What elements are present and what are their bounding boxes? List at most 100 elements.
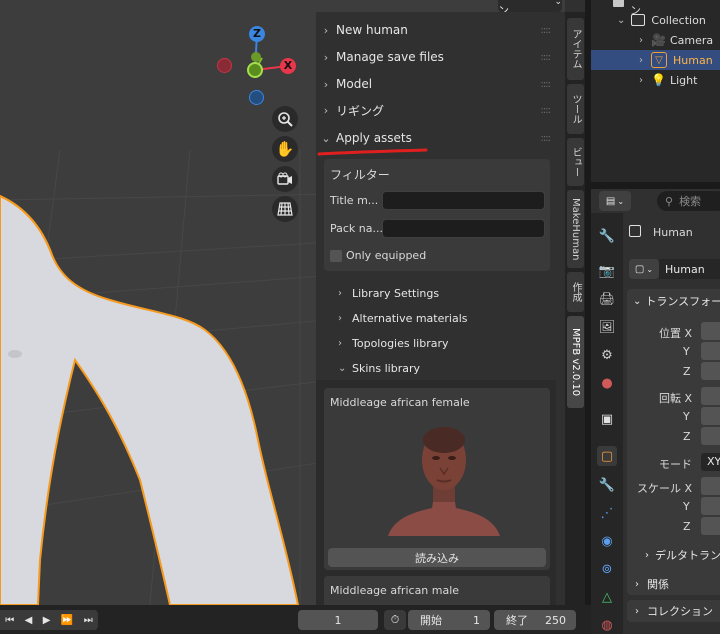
- skin-preview-image[interactable]: [384, 418, 504, 538]
- chevron-down-icon: ⌄: [338, 362, 347, 374]
- end-frame-field[interactable]: 終了 250: [494, 610, 576, 630]
- physics-tab-icon[interactable]: ◉: [597, 531, 617, 551]
- rotation-mode-dropdown[interactable]: XY: [701, 453, 720, 471]
- rotation-x-field[interactable]: [701, 387, 720, 405]
- tab-tool[interactable]: ツール: [567, 84, 584, 134]
- chevron-right-icon: ›: [323, 50, 329, 64]
- panel-new-human[interactable]: › New human ::::: [316, 17, 556, 43]
- gizmo-neg-z-axis[interactable]: [249, 90, 264, 105]
- scale-z-field[interactable]: [701, 517, 720, 535]
- relations-panel-header[interactable]: › 関係: [627, 573, 720, 595]
- navigation-gizmo[interactable]: Z X: [214, 24, 298, 108]
- zoom-button[interactable]: [272, 106, 298, 132]
- stopwatch-icon: ⏱: [390, 613, 400, 626]
- jump-to-start-icon[interactable]: ⏮: [5, 615, 14, 626]
- object-name-field[interactable]: Human: [659, 259, 720, 279]
- options-dropdown[interactable]: オプション⌄: [498, 0, 562, 17]
- constraints-tab-icon[interactable]: ⊚: [597, 559, 617, 579]
- tab-view[interactable]: ビュー: [567, 138, 584, 186]
- object-tab-icon[interactable]: ▢: [597, 446, 617, 466]
- outliner-item-human[interactable]: › ▽ Human: [591, 50, 720, 70]
- skin-name: Middleage african male: [330, 584, 460, 597]
- tab-mpfb[interactable]: MPFB v2.0.10: [567, 316, 584, 408]
- location-x-label: 位置 X: [659, 327, 693, 340]
- drag-grip-icon[interactable]: ::::: [541, 79, 552, 90]
- title-match-input[interactable]: [382, 191, 545, 210]
- light-icon: 💡: [651, 73, 666, 87]
- output-tab-icon[interactable]: 🖨: [597, 289, 617, 309]
- drag-grip-icon[interactable]: ::::: [541, 105, 552, 116]
- annotation-underline: [317, 148, 428, 156]
- location-y-field[interactable]: [701, 342, 720, 360]
- load-skin-button[interactable]: 読み込み: [328, 548, 546, 567]
- tab-item[interactable]: アイテム: [567, 18, 584, 80]
- outliner-item-camera[interactable]: › 🎥 Camera: [591, 30, 720, 50]
- material-tab-icon[interactable]: ◍: [597, 615, 617, 634]
- subpanel-topologies-library[interactable]: › Topologies library: [338, 331, 449, 355]
- play-icon[interactable]: ▶: [43, 615, 51, 626]
- scale-x-field[interactable]: [701, 477, 720, 495]
- scale-y-field[interactable]: [701, 497, 720, 515]
- current-frame-field[interactable]: 1: [298, 610, 378, 630]
- chevron-right-icon: ›: [639, 34, 643, 46]
- modifier-tab-icon[interactable]: 🔧: [597, 475, 617, 495]
- panel-model[interactable]: › Model ::::: [316, 71, 556, 97]
- transform-panel-header[interactable]: ⌄ トランスフォーム: [627, 289, 720, 313]
- outliner-item-light[interactable]: › 💡 Light: [591, 70, 720, 90]
- collection-tab-icon[interactable]: ▣: [597, 409, 617, 429]
- tab-makehuman[interactable]: MakeHuman: [567, 190, 584, 268]
- drag-grip-icon[interactable]: ::::: [541, 133, 552, 144]
- collections-panel-header[interactable]: › コレクション: [627, 600, 720, 622]
- chevron-right-icon: ›: [635, 578, 639, 590]
- perspective-toggle-button[interactable]: [272, 196, 298, 222]
- chevron-right-icon: ›: [338, 287, 342, 299]
- tab-create[interactable]: 作成: [567, 272, 584, 312]
- drag-grip-icon[interactable]: ::::: [541, 25, 552, 36]
- object-icon: [629, 225, 641, 237]
- panel-rigging[interactable]: › リギング ::::: [316, 97, 556, 123]
- filter-title: フィルター: [330, 168, 390, 182]
- particles-tab-icon[interactable]: ⋰: [597, 503, 617, 523]
- properties-search[interactable]: ⚲ 検索: [657, 191, 720, 211]
- rotation-mode-label: モード: [659, 458, 692, 471]
- pan-button[interactable]: ✋: [272, 136, 298, 162]
- view-layer-tab-icon[interactable]: 🖼: [597, 317, 617, 337]
- location-z-field[interactable]: [701, 362, 720, 380]
- location-z-label: Z: [683, 365, 691, 378]
- rotation-z-field[interactable]: [701, 427, 720, 445]
- gizmo-y-axis[interactable]: [247, 62, 263, 78]
- preview-range-toggle[interactable]: ⏱: [384, 610, 406, 630]
- data-tab-icon[interactable]: △: [597, 587, 617, 607]
- gizmo-z-axis[interactable]: Z: [249, 26, 265, 42]
- panel-manage-save-files[interactable]: › Manage save files ::::: [316, 44, 556, 70]
- next-keyframe-icon[interactable]: ⏩: [61, 615, 73, 626]
- area-divider[interactable]: [591, 182, 720, 189]
- gizmo-neg-x-axis[interactable]: [217, 58, 232, 73]
- render-tab-icon[interactable]: 📷: [597, 261, 617, 281]
- gizmo-neg-y-axis[interactable]: [251, 52, 261, 62]
- only-equipped-checkbox[interactable]: [330, 250, 342, 262]
- delta-transform-header[interactable]: › デルタトランスフォーム: [645, 545, 720, 565]
- pack-name-input[interactable]: [382, 219, 545, 238]
- editor-type-dropdown[interactable]: ▤ ⌄: [599, 191, 631, 211]
- subpanel-alternative-materials[interactable]: › Alternative materials: [338, 306, 468, 330]
- chevron-down-icon: ⌄: [633, 295, 642, 307]
- world-tab-icon[interactable]: ●: [597, 373, 617, 393]
- outliner-collection[interactable]: ⌄ Collection: [591, 10, 720, 30]
- data-block-selector[interactable]: ▢ ⌄: [629, 259, 659, 279]
- drag-grip-icon[interactable]: ::::: [541, 52, 552, 63]
- camera-view-button[interactable]: [272, 166, 298, 192]
- location-x-field[interactable]: [701, 322, 720, 340]
- scene-tab-icon[interactable]: ⚙: [597, 345, 617, 365]
- subpanel-library-settings[interactable]: › Library Settings: [338, 281, 439, 305]
- filter-subpanel: フィルター Title m... Pack na... Only equippe…: [324, 159, 550, 271]
- start-frame-field[interactable]: 開始 1: [408, 610, 490, 630]
- sidebar-panel: › New human :::: › Manage save files :::…: [316, 12, 565, 616]
- tool-tab-icon[interactable]: 🔧: [597, 226, 617, 246]
- object-name: Human: [653, 226, 693, 239]
- gizmo-x-axis[interactable]: X: [280, 58, 296, 74]
- play-reverse-icon[interactable]: ◀: [25, 615, 33, 626]
- subpanel-skins-library[interactable]: ⌄ Skins library: [338, 356, 420, 380]
- jump-to-end-icon[interactable]: ⏭: [84, 615, 93, 626]
- rotation-y-field[interactable]: [701, 407, 720, 425]
